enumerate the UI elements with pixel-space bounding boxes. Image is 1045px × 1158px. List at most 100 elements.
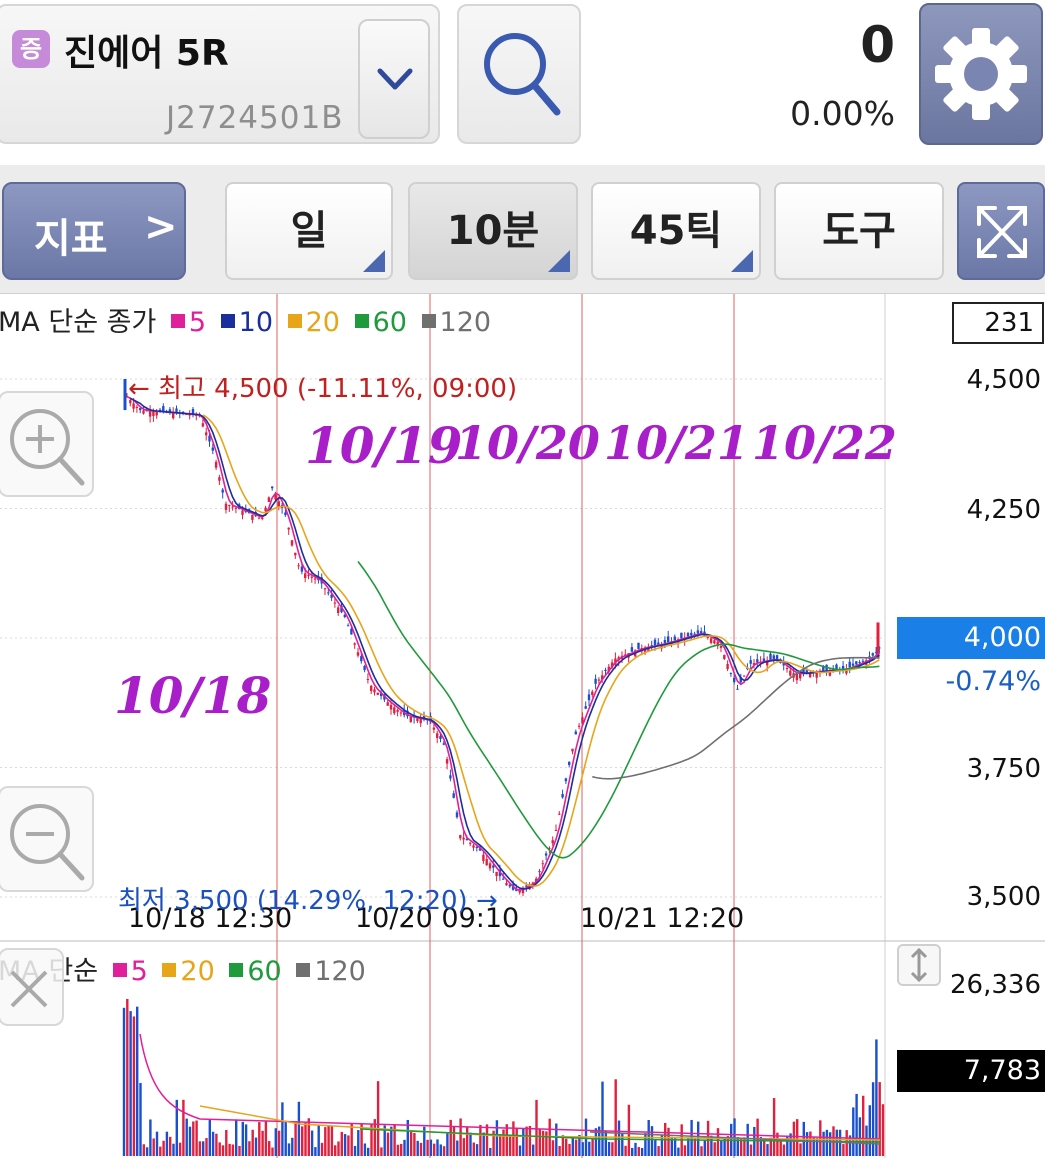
settings-button[interactable] — [919, 3, 1043, 145]
volume-bar — [871, 1082, 875, 1156]
volume-bar — [403, 1139, 406, 1156]
candle-body — [142, 410, 145, 414]
expand-icon — [977, 206, 1027, 258]
candle-body — [756, 659, 759, 663]
resize-pane-button[interactable] — [897, 944, 941, 986]
period-day-label: 일 — [290, 208, 328, 254]
volume-bar — [327, 1125, 330, 1156]
volume-bar — [654, 1138, 657, 1156]
volume-bar — [159, 1146, 162, 1156]
stock-dropdown-button[interactable] — [358, 19, 430, 139]
volume-bar — [324, 1127, 327, 1156]
period-10min-button[interactable]: 10분 — [408, 182, 578, 280]
period-tick-button[interactable]: 45틱 — [591, 182, 761, 280]
volume-bar — [852, 1107, 855, 1156]
volume-bar — [353, 1145, 357, 1156]
volume-bar — [136, 1006, 139, 1156]
volume-bar — [525, 1126, 528, 1156]
candle-body — [307, 575, 310, 577]
header: 증 진에어 5R J2724501B 0 0.00% — [0, 0, 1045, 165]
volume-bar — [363, 1143, 367, 1156]
candle-body — [558, 813, 561, 815]
candle-body — [333, 602, 337, 604]
search-button[interactable] — [457, 4, 581, 144]
candle-body — [459, 835, 462, 839]
volume-bar — [400, 1143, 403, 1156]
volume-bar — [462, 1138, 466, 1156]
candle-body — [485, 859, 488, 866]
stock-selector[interactable]: 증 진에어 5R J2724501B — [0, 4, 440, 144]
volume-bar — [192, 1121, 195, 1156]
candle-body — [851, 663, 855, 666]
volume-bar — [185, 1118, 188, 1156]
candle-body — [373, 689, 376, 693]
volume-bar — [809, 1131, 812, 1156]
volume-bar — [304, 1122, 307, 1156]
volume-bar — [756, 1118, 759, 1156]
candle-body — [848, 661, 851, 668]
volume-bar — [429, 1139, 433, 1156]
volume-bar — [555, 1123, 558, 1156]
candle-body — [577, 725, 581, 727]
chart-area[interactable]: MA 단순 종가 5 10 20 60 120 231 4,500 4,250 … — [0, 293, 1045, 1158]
volume-bar — [581, 1142, 584, 1156]
candle-body — [172, 412, 175, 419]
volume-bar — [198, 1141, 202, 1156]
vol-legend-ma20: 20 — [162, 956, 215, 987]
zoom-out-button[interactable] — [0, 786, 94, 892]
volume-bar — [538, 1129, 541, 1156]
candle-body — [604, 669, 607, 672]
zoom-in-button[interactable] — [0, 391, 94, 497]
volume-bar — [568, 1143, 571, 1156]
volume-bar — [281, 1102, 284, 1156]
handwritten-date-1022: 10/22 — [752, 416, 897, 470]
volume-bar — [202, 1141, 205, 1156]
handwritten-date-1019: 10/19 — [305, 416, 463, 475]
candle-body — [224, 503, 228, 510]
volume-bar — [145, 1147, 149, 1156]
candle-body — [152, 411, 155, 416]
ma60-line — [357, 561, 880, 859]
volume-bar — [452, 1126, 456, 1156]
candle-body — [205, 432, 208, 436]
volume-bar — [878, 1082, 881, 1156]
candle-body — [733, 677, 736, 683]
tools-button[interactable]: 도구 — [774, 182, 944, 280]
period-day-button[interactable]: 일 — [225, 182, 393, 280]
volume-bar — [357, 1130, 360, 1156]
candle-body — [726, 664, 729, 670]
candle-body — [155, 411, 158, 416]
candle-body — [356, 652, 360, 656]
candle-body — [366, 678, 370, 680]
volume-bar — [396, 1144, 400, 1156]
volume-bar — [749, 1144, 753, 1156]
close-volume-button[interactable] — [0, 948, 64, 1026]
volume-bar — [264, 1121, 268, 1156]
volume-bar — [842, 1144, 845, 1156]
volume-bar — [231, 1144, 235, 1156]
volume-bar — [502, 1129, 505, 1156]
legend-ma10: 10 — [220, 307, 273, 338]
volume-bar — [456, 1140, 459, 1156]
volume-bar — [129, 1011, 132, 1156]
candle-body — [587, 694, 591, 701]
expand-button[interactable] — [957, 182, 1045, 280]
volume-bar — [446, 1132, 449, 1156]
volume-bar — [436, 1139, 439, 1156]
low-price-label: 최저 3,500 (14.29%, 12:20) → — [118, 886, 498, 916]
candle-body — [346, 625, 350, 627]
candle-body — [287, 527, 290, 530]
volume-bar — [588, 1141, 591, 1156]
price-legend[interactable]: MA 단순 종가 5 10 20 60 120 — [0, 300, 497, 339]
volume-bar — [251, 1129, 254, 1156]
candle-body — [386, 702, 389, 706]
volume-bar — [617, 1120, 621, 1156]
volume-bar — [301, 1126, 304, 1156]
volume-bar — [178, 1142, 182, 1156]
candle-body — [323, 588, 327, 590]
indicator-button[interactable]: 지표 > — [2, 182, 186, 280]
volume-bar — [386, 1132, 390, 1156]
volume-bar — [330, 1125, 334, 1156]
candle-body — [469, 842, 472, 844]
candle-body — [541, 863, 544, 865]
